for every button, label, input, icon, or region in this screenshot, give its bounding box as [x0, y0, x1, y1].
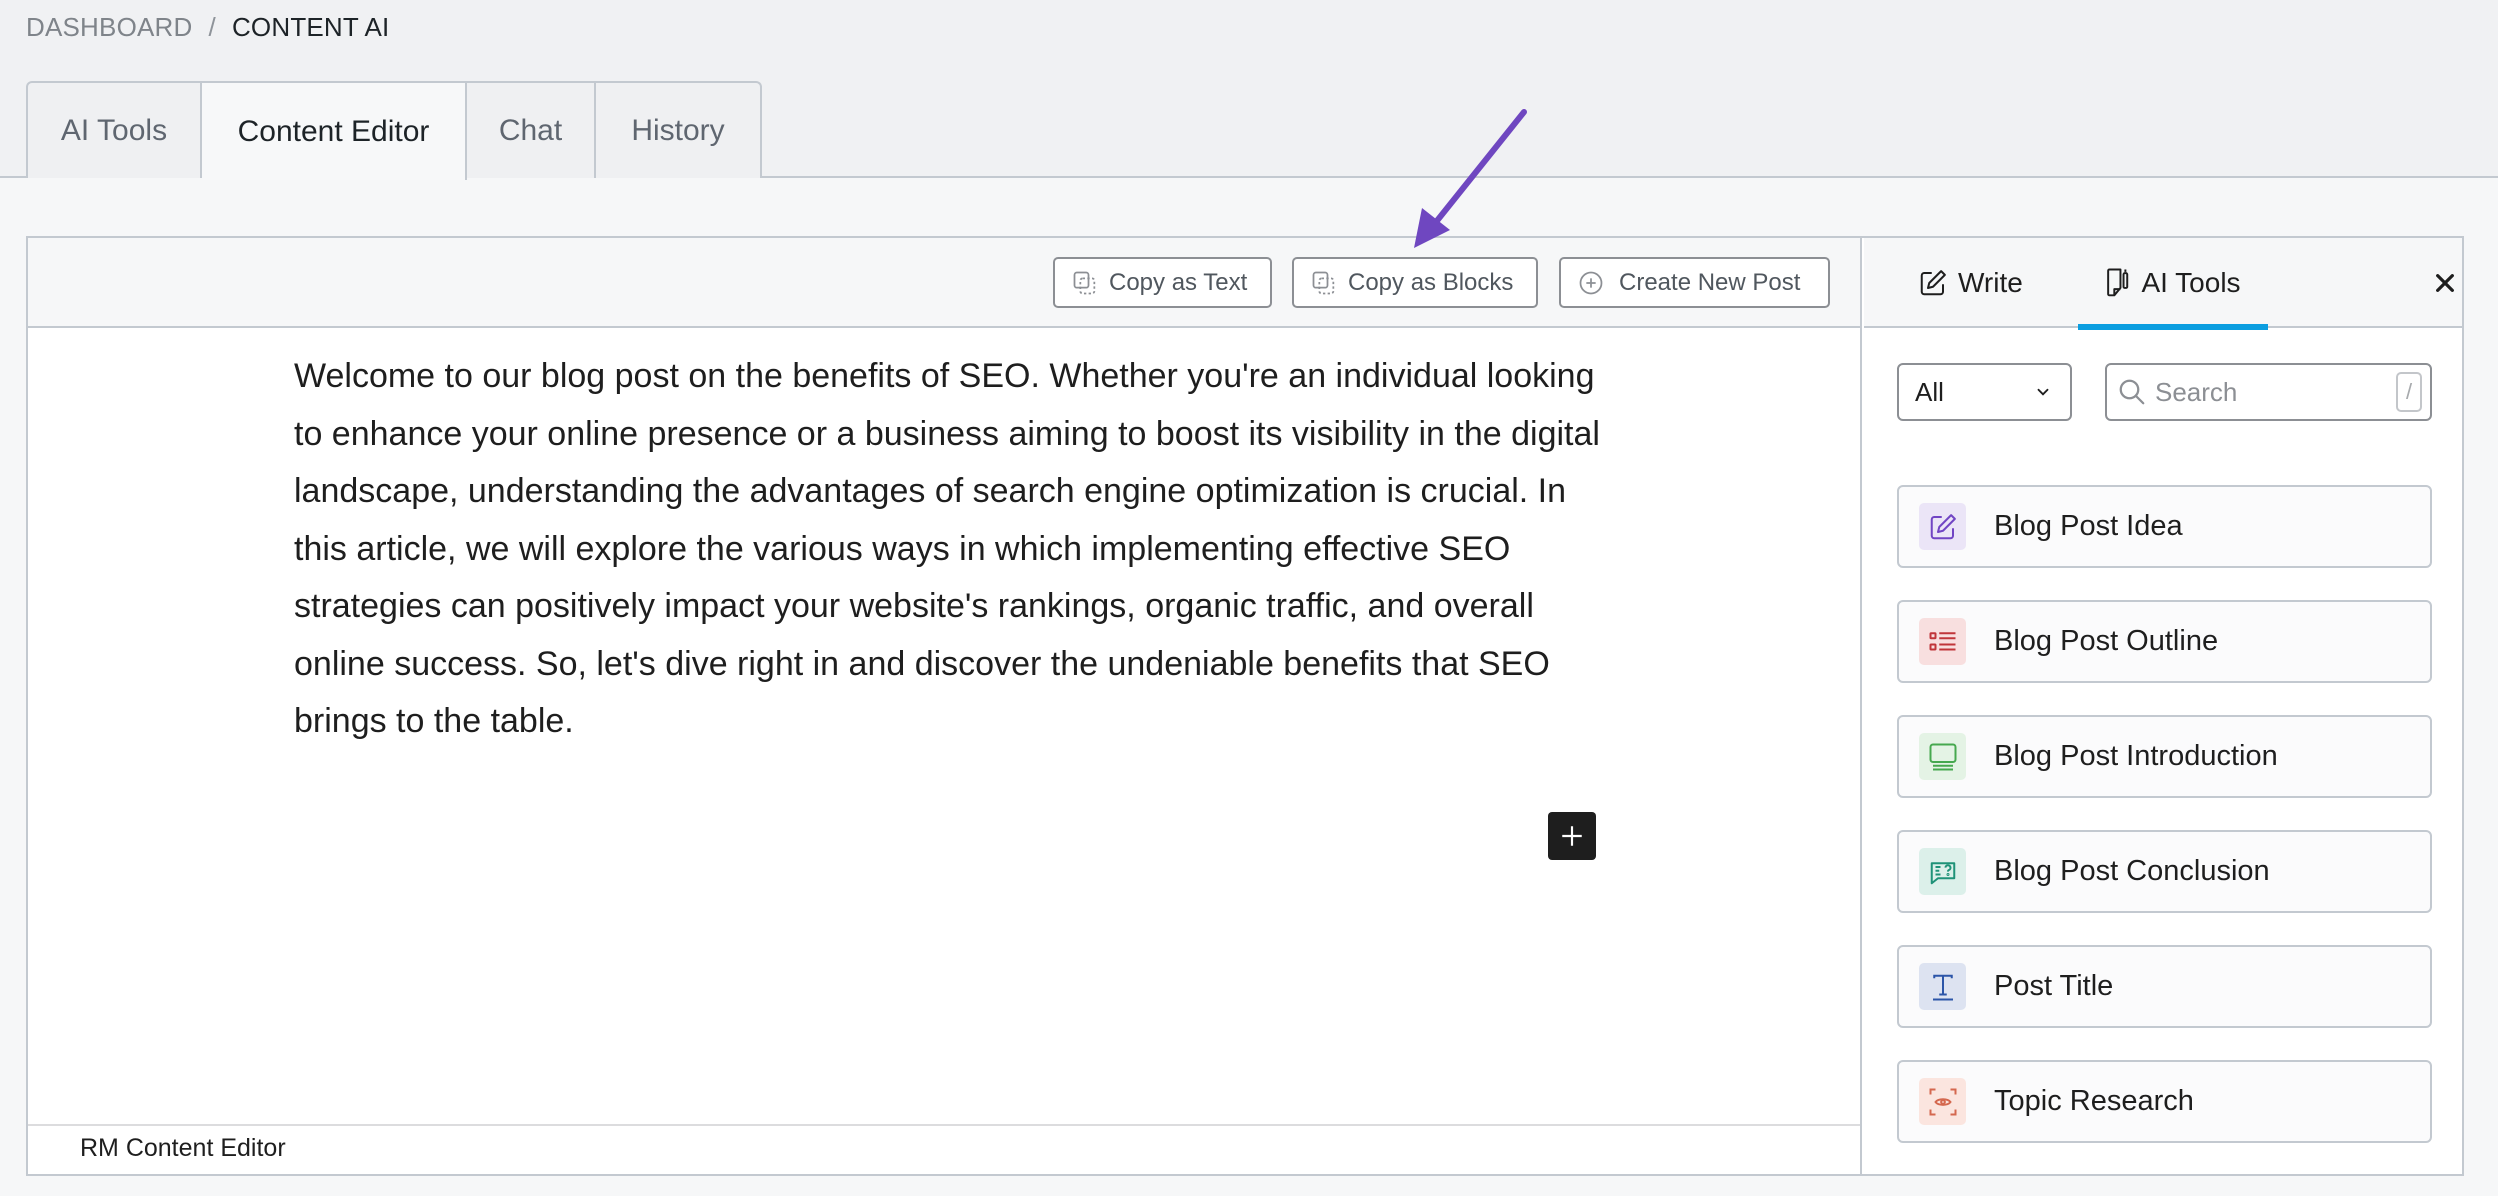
editor-canvas[interactable]: Welcome to our blog post on the benefits… — [28, 328, 1860, 1138]
editor-area: Copy as Text Copy as Blocks Create New P… — [28, 238, 1862, 1174]
editor-footer: RM Content Editor — [28, 1124, 1860, 1174]
breadcrumb-current: CONTENT AI — [231, 12, 390, 42]
tool-item-post-title[interactable]: Post Title — [1897, 945, 2432, 1028]
tool-label: Blog Post Introduction — [1994, 740, 2278, 772]
tab-chat[interactable]: Chat — [467, 83, 596, 178]
editor-toolbar: Copy as Text Copy as Blocks Create New P… — [28, 238, 1860, 328]
tool-label: Post Title — [1994, 970, 2114, 1002]
close-icon — [2436, 274, 2454, 292]
copy-as-blocks-label: Copy as Blocks — [1348, 268, 1514, 296]
tab-history[interactable]: History — [596, 83, 760, 178]
category-filter-value: All — [1915, 376, 1944, 407]
breadcrumb: DASHBOARD / CONTENT AI — [26, 12, 389, 43]
close-sidebar-button[interactable] — [2430, 268, 2460, 298]
sidebar-tab-write-label: Write — [1958, 267, 2023, 298]
create-new-post-button[interactable]: Create New Post — [1559, 257, 1830, 308]
add-block-button[interactable] — [1548, 812, 1596, 860]
copy-icon — [1312, 271, 1335, 294]
tool-label: Blog Post Conclusion — [1994, 855, 2270, 887]
plus-icon — [1562, 826, 1582, 846]
main-tab-bar: AI Tools Content Editor Chat History — [0, 81, 2498, 180]
edit-icon — [1920, 270, 1946, 296]
list-icon — [1919, 618, 1966, 665]
copy-as-blocks-button[interactable]: Copy as Blocks — [1292, 257, 1538, 308]
sidebar-tab-ai-tools-label: AI Tools — [2141, 267, 2241, 298]
category-filter-select[interactable]: All — [1897, 363, 2072, 421]
tool-label: Blog Post Idea — [1994, 510, 2183, 542]
copy-as-text-button[interactable]: Copy as Text — [1053, 257, 1272, 308]
eye-scan-icon — [1919, 1078, 1966, 1125]
paragraph-block[interactable]: Welcome to our blog post on the benefits… — [294, 348, 1624, 751]
tool-item-topic-research[interactable]: Topic Research — [1897, 1060, 2432, 1143]
text-icon — [1919, 963, 1966, 1010]
edit-icon — [1919, 503, 1966, 550]
tool-label: Blog Post Outline — [1994, 625, 2219, 657]
breadcrumb-separator: / — [208, 12, 216, 42]
tool-search-field[interactable]: / — [2105, 363, 2432, 421]
search-shortcut-hint: / — [2396, 372, 2422, 412]
tab-ai-tools[interactable]: AI Tools — [28, 83, 202, 178]
main-tabs: AI Tools Content Editor Chat History — [26, 81, 762, 180]
search-icon — [2119, 379, 2145, 405]
plus-circle-icon — [1579, 271, 1603, 294]
create-new-post-label: Create New Post — [1619, 268, 1801, 296]
breadcrumb-dashboard-link[interactable]: DASHBOARD — [26, 12, 193, 43]
chevron-down-icon — [2037, 388, 2049, 396]
tool-label: Topic Research — [1994, 1085, 2194, 1117]
tool-item-blog-post-outline[interactable]: Blog Post Outline — [1897, 600, 2432, 683]
tool-search-input[interactable] — [2155, 376, 2388, 408]
tool-item-blog-post-idea[interactable]: Blog Post Idea — [1897, 485, 2432, 568]
tab-content-editor[interactable]: Content Editor — [202, 83, 467, 180]
ai-tool-list: Blog Post Idea Blog Post Outline Blog Po… — [1897, 485, 2432, 1143]
copy-icon — [1073, 271, 1096, 294]
sidebar-tab-ai-tools[interactable]: AI Tools — [2078, 238, 2268, 330]
monitor-icon — [1919, 733, 1966, 780]
tool-item-blog-post-introduction[interactable]: Blog Post Introduction — [1897, 715, 2432, 798]
ai-sidebar: Write AI Tools All Search / Blog Post Id… — [1864, 238, 2462, 1174]
tool-item-blog-post-conclusion[interactable]: Blog Post Conclusion — [1897, 830, 2432, 913]
content-editor-panel: Copy as Text Copy as Blocks Create New P… — [26, 236, 2464, 1176]
copy-as-text-label: Copy as Text — [1109, 268, 1248, 296]
sidebar-header: Write AI Tools — [1864, 238, 2462, 330]
document-pen-icon — [2107, 268, 2129, 297]
chat-question-icon — [1919, 848, 1966, 895]
editor-footer-label: RM Content Editor — [80, 1134, 286, 1162]
sidebar-tab-write[interactable]: Write — [1918, 238, 2023, 328]
